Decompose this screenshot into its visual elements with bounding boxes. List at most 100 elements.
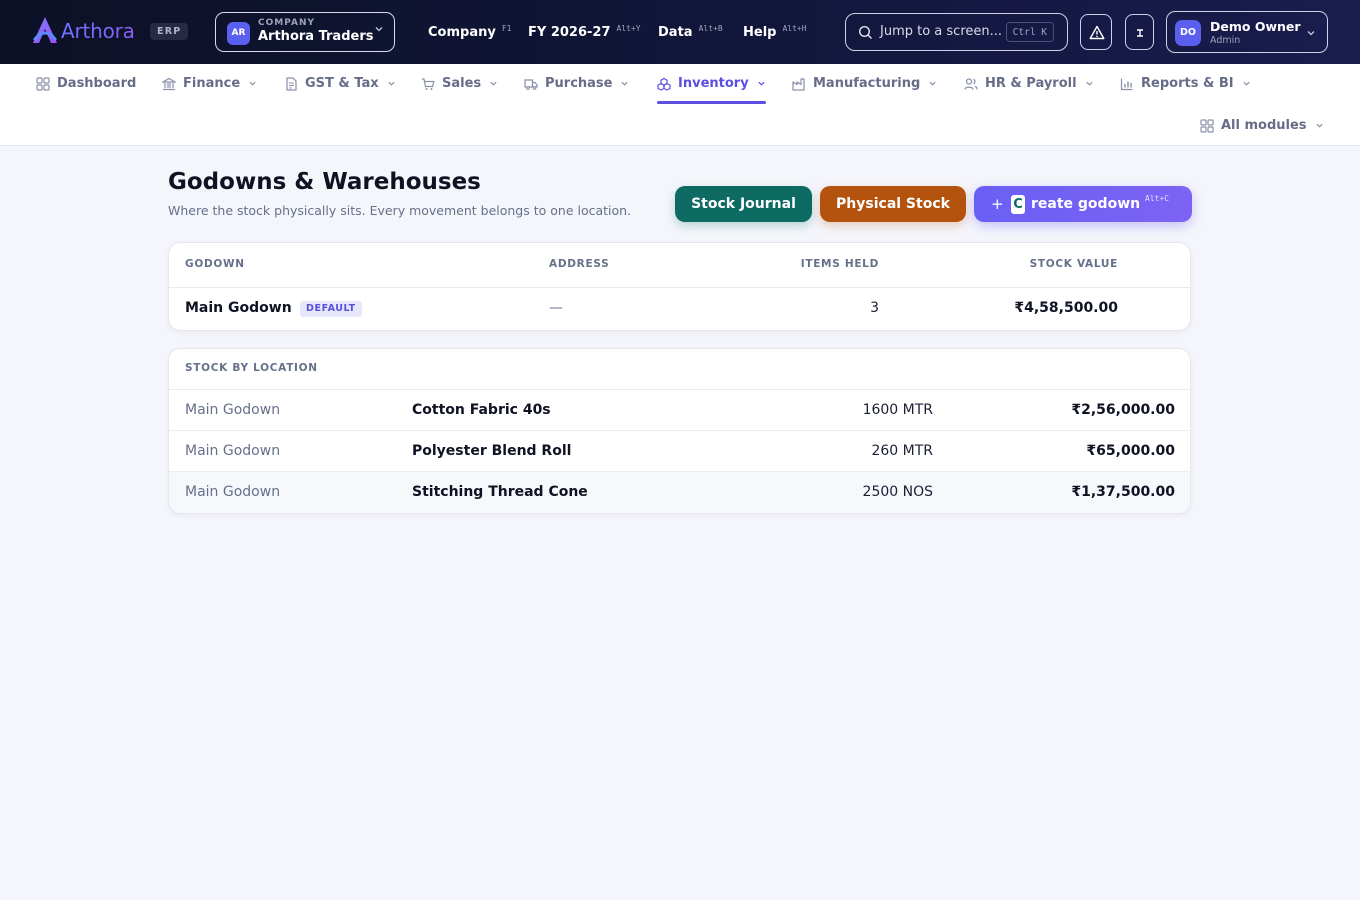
nav-sales[interactable]: Sales (421, 76, 498, 91)
nav-purchase[interactable]: Purchase (524, 76, 629, 91)
page-title: Godowns & Warehouses (168, 169, 481, 195)
brand-logo[interactable]: Arthora (31, 15, 135, 47)
location-name: Main Godown (185, 402, 281, 418)
chevron-down-icon (375, 27, 383, 32)
company-switcher[interactable]: AR COMPANY Arthora Traders (215, 12, 395, 52)
nav-all-modules[interactable]: All modules (1200, 118, 1324, 133)
create-godown-label: reate godown (1031, 196, 1141, 212)
factory-icon (792, 77, 805, 91)
chevron-down-icon (1315, 123, 1323, 128)
nav-inventory[interactable]: Inventory (657, 76, 766, 91)
user-menu[interactable]: DO Demo Owner Admin (1166, 11, 1328, 53)
table-header: GODOWN ADDRESS ITEMS HELD STOCK VALUE (169, 243, 1190, 288)
warning-icon (1089, 25, 1105, 40)
company-label: COMPANY (258, 18, 315, 28)
chevron-down-icon (388, 81, 395, 86)
item-value: ₹2,56,000.00 (1071, 402, 1175, 418)
active-tab-indicator (657, 101, 766, 104)
chevron-down-icon (1085, 81, 1093, 86)
menu-help-label: Help (743, 25, 777, 40)
jump-search-placeholder: Jump to a screen... (880, 24, 1003, 39)
boxes-icon (657, 77, 671, 91)
erp-badge: ERP (150, 23, 189, 40)
nav-manufacturing-label: Manufacturing (813, 76, 921, 91)
nav-finance-label: Finance (183, 76, 241, 91)
table-row[interactable]: Main Godown DEFAULT — 3 ₹4,58,500.00 (169, 288, 1190, 330)
nav-dashboard[interactable]: Dashboard (36, 76, 136, 91)
chevron-down-icon (1242, 81, 1250, 86)
section-title: STOCK BY LOCATION (185, 362, 318, 374)
location-name: Main Godown (185, 443, 281, 459)
nav-sales-label: Sales (442, 76, 482, 91)
chevron-down-icon (621, 81, 629, 86)
stock-journal-button[interactable]: Stock Journal (675, 186, 812, 222)
godown-address: — (549, 300, 563, 316)
godown-stock-value: ₹4,58,500.00 (1014, 300, 1118, 316)
menu-data-shortcut: Alt+B (698, 24, 723, 33)
chevron-down-icon (1307, 31, 1315, 36)
top-bar: Arthora ERP AR COMPANY Arthora Traders C… (0, 0, 1360, 64)
grid-icon (1200, 118, 1214, 133)
menu-fiscal-year-label: FY 2026-27 (528, 25, 611, 40)
bar-chart-icon (1120, 78, 1133, 90)
menu-data-label: Data (658, 25, 693, 40)
avatar: DO (1175, 20, 1201, 46)
menu-fiscal-year-shortcut: Alt+Y (616, 24, 641, 33)
jump-search-input[interactable]: Jump to a screen... Ctrl K (845, 13, 1068, 51)
plus-icon: + (991, 195, 1004, 213)
godown-name: Main Godown (185, 300, 292, 316)
search-icon (858, 25, 872, 39)
item-quantity: 260 MTR (871, 443, 933, 459)
list-item[interactable]: Main Godown Stitching Thread Cone 2500 N… (169, 472, 1190, 513)
company-name: Arthora Traders (258, 29, 374, 44)
menu-help[interactable]: Help Alt+H (743, 24, 807, 40)
menu-company[interactable]: Company F1 (428, 24, 511, 40)
nav-gst-tax-label: GST & Tax (305, 76, 379, 91)
quick-action-button[interactable] (1125, 14, 1154, 50)
arthora-logo-icon (33, 17, 57, 43)
nav-finance[interactable]: Finance (162, 76, 257, 91)
location-name: Main Godown (185, 484, 281, 500)
nav-inventory-label: Inventory (678, 76, 749, 91)
menu-fiscal-year[interactable]: FY 2026-27 Alt+Y (528, 24, 641, 40)
godown-items-held: 3 (870, 300, 879, 316)
company-avatar: AR (227, 22, 250, 45)
user-name: Demo Owner (1210, 19, 1301, 34)
create-key-hint: C (1011, 195, 1025, 214)
stock-by-location-table: STOCK BY LOCATION Main Godown Cotton Fab… (168, 348, 1191, 514)
grid-icon (36, 76, 50, 91)
nav-reports-bi[interactable]: Reports & BI (1120, 76, 1251, 91)
nav-dashboard-label: Dashboard (57, 76, 137, 91)
godowns-table: GODOWN ADDRESS ITEMS HELD STOCK VALUE Ma… (168, 242, 1191, 331)
column-header-stock-value: STOCK VALUE (1029, 258, 1118, 270)
chevron-down-icon (490, 81, 497, 86)
nav-manufacturing[interactable]: Manufacturing (792, 76, 937, 91)
nav-all-modules-label: All modules (1221, 118, 1307, 133)
chevron-down-icon (758, 81, 765, 86)
item-name: Cotton Fabric 40s (412, 402, 551, 418)
menu-data[interactable]: Data Alt+B (658, 24, 723, 40)
document-icon (286, 76, 297, 91)
page-subtitle: Where the stock physically sits. Every m… (168, 203, 632, 218)
list-item[interactable]: Main Godown Cotton Fabric 40s 1600 MTR ₹… (169, 390, 1190, 431)
create-godown-shortcut: Alt+C (1145, 194, 1170, 203)
chevron-down-icon (249, 81, 256, 86)
item-name: Stitching Thread Cone (412, 484, 588, 500)
nav-hr-payroll[interactable]: HR & Payroll (964, 76, 1094, 91)
column-header-address: ADDRESS (549, 258, 610, 270)
cart-icon (422, 77, 435, 90)
physical-stock-button[interactable]: Physical Stock (820, 186, 966, 222)
alerts-button[interactable] (1080, 14, 1112, 50)
create-godown-button[interactable]: + C reate godown Alt+C (974, 186, 1192, 222)
truck-icon (524, 78, 538, 90)
menu-help-shortcut: Alt+H (782, 24, 807, 33)
nav-gst-tax[interactable]: GST & Tax (284, 76, 396, 91)
item-name: Polyester Blend Roll (412, 443, 572, 459)
item-value: ₹65,000.00 (1086, 443, 1175, 459)
list-item[interactable]: Main Godown Polyester Blend Roll 260 MTR… (169, 431, 1190, 472)
nav-reports-bi-label: Reports & BI (1141, 76, 1234, 91)
column-header-godown: GODOWN (185, 258, 245, 270)
section-header: STOCK BY LOCATION (169, 349, 1190, 390)
menu-company-shortcut: F1 (501, 24, 512, 33)
item-quantity: 1600 MTR (862, 402, 933, 418)
